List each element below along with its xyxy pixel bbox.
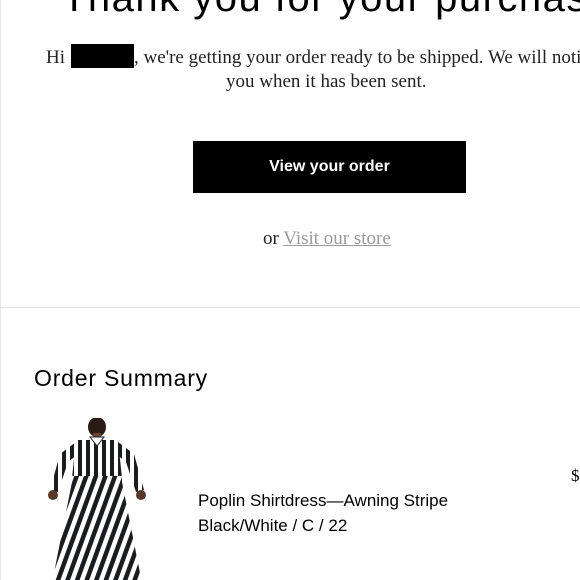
greeting-prefix: Hi: [46, 47, 65, 68]
order-summary-title: Order Summary: [34, 365, 208, 391]
section-divider: [0, 307, 580, 308]
product-variant: Black/White / C / 22: [198, 516, 348, 535]
left-border: [0, 0, 1, 580]
greeting-line-1-text: , we're getting your order ready to be s…: [134, 47, 580, 68]
redacted-customer-name: [71, 44, 134, 68]
product-price: $: [571, 466, 580, 485]
greeting-line-2: you when it has been sent.: [226, 71, 427, 92]
product-name: Poplin Shirtdress—Awning Stripe: [198, 491, 449, 510]
or-text: or: [263, 228, 279, 249]
page-title: Thank you for your purchase: [62, 0, 580, 21]
order-confirmation-email: Thank you for your purchase Hi , we're ge…: [0, 0, 580, 580]
product-image[interactable]: [38, 418, 156, 580]
visit-store-line: or Visit our store: [263, 228, 391, 250]
view-order-button[interactable]: View your order: [193, 141, 466, 193]
greeting-line-1: Hi , we're getting your order ready to be…: [46, 44, 580, 69]
visit-store-link[interactable]: Visit our store: [283, 228, 391, 249]
